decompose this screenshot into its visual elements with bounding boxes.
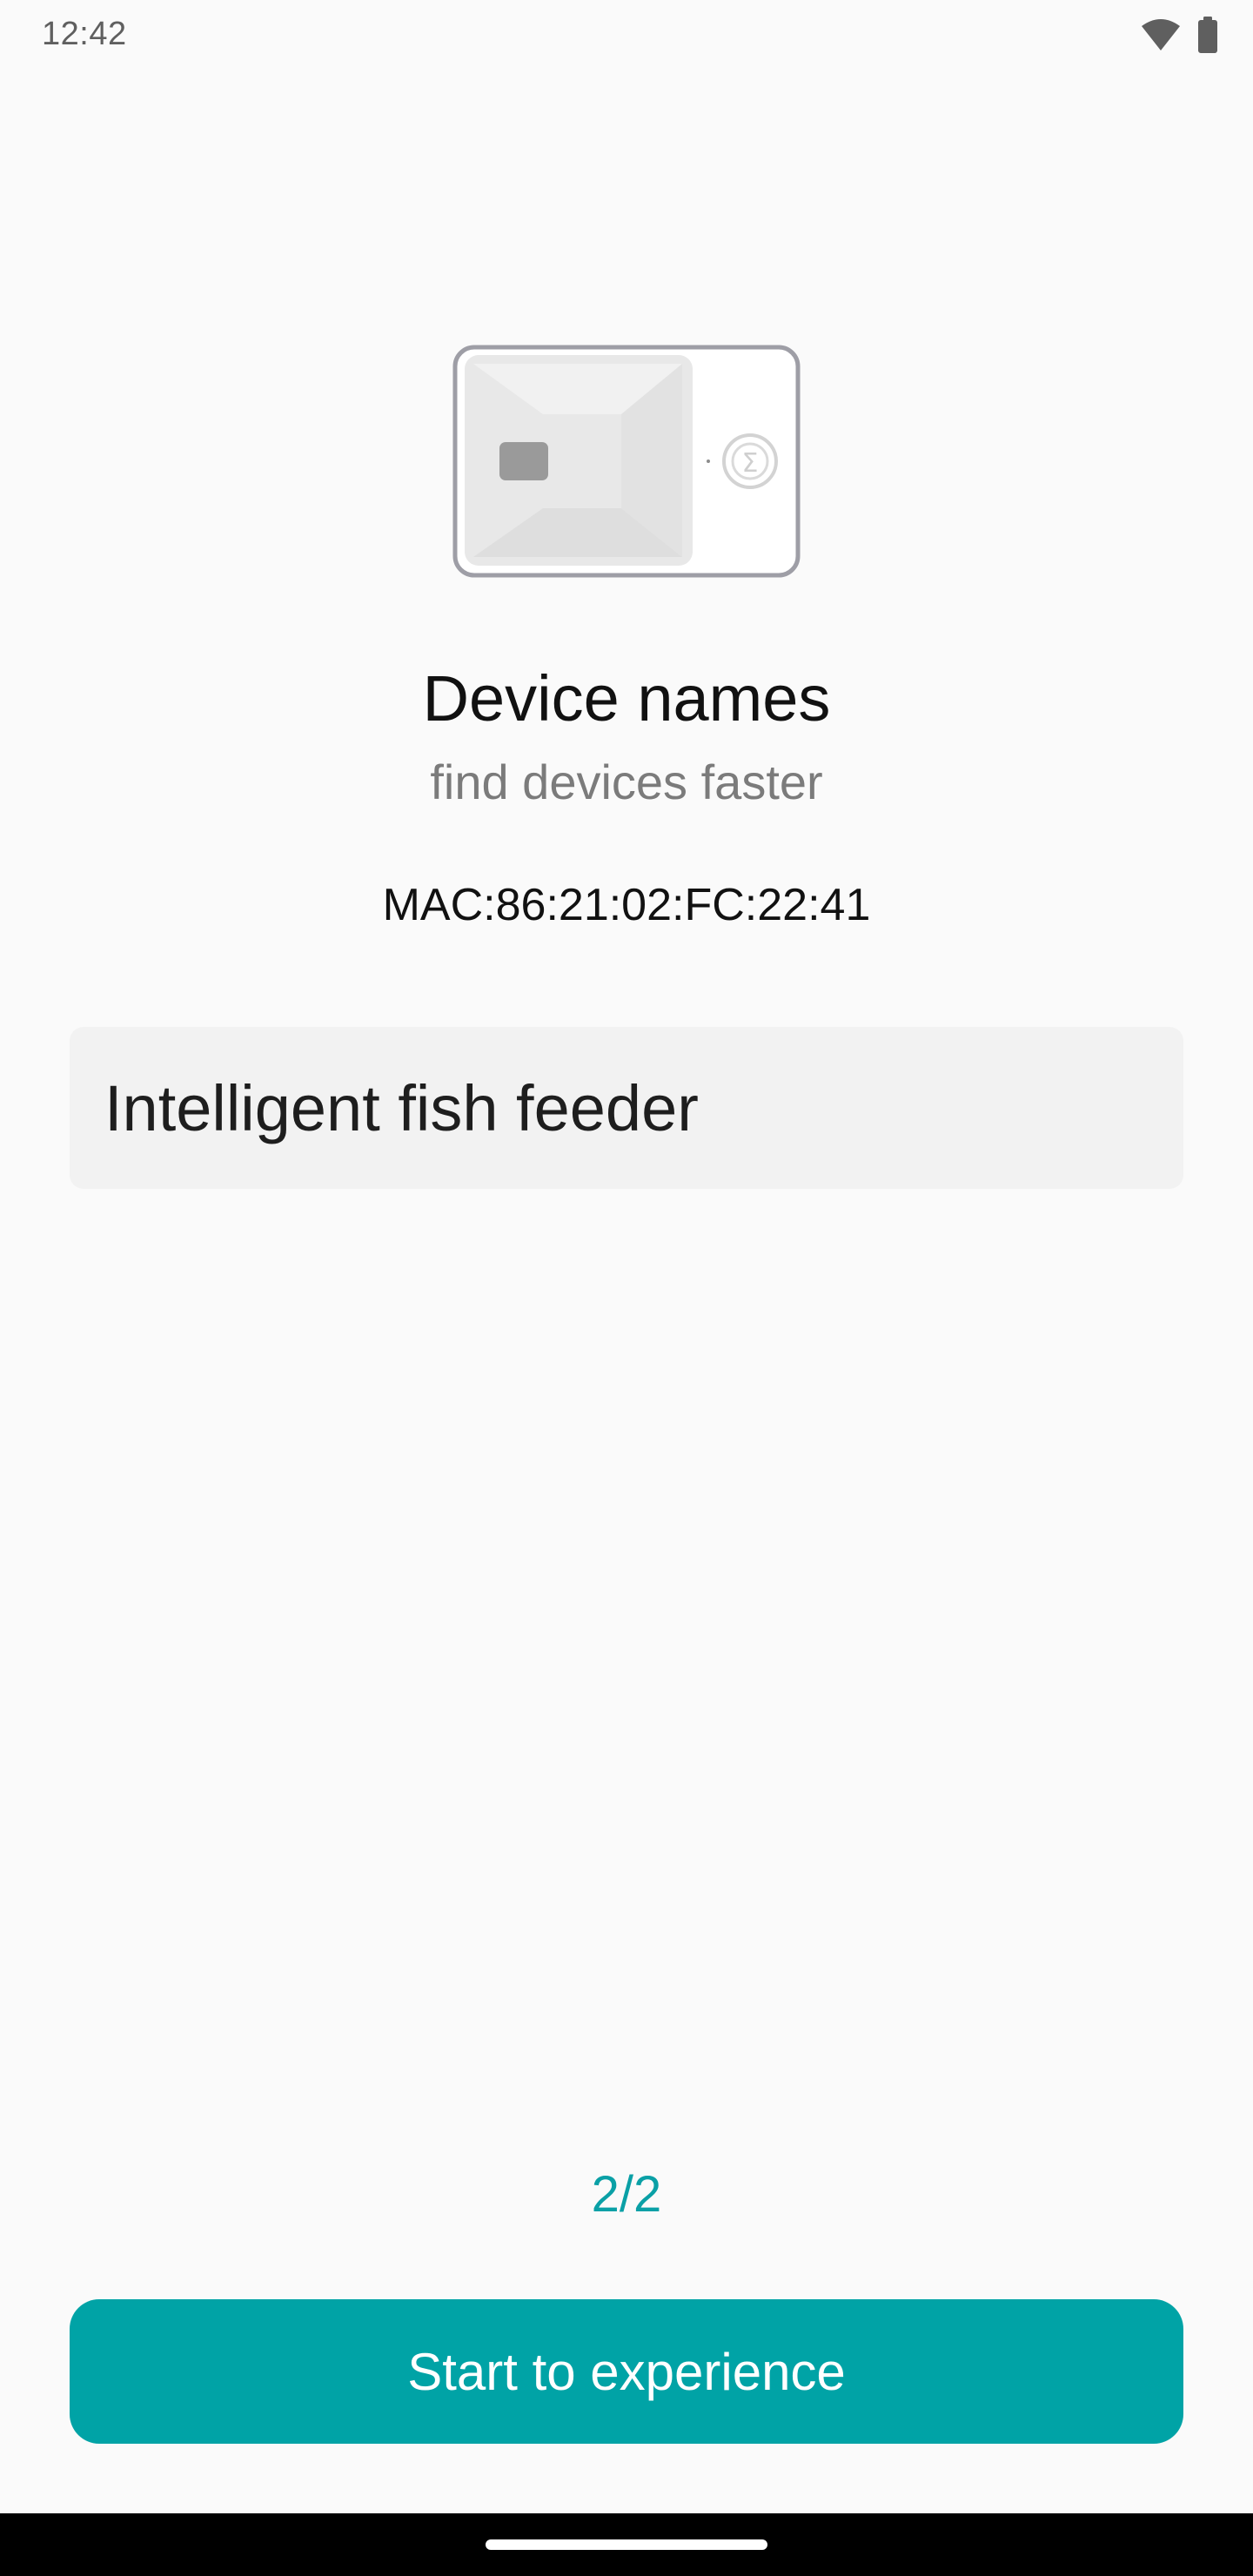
device-illustration: Σ [452, 345, 801, 578]
status-bar: 12:42 [0, 0, 1253, 70]
status-icons [1140, 16, 1218, 54]
start-button[interactable]: Start to experience [70, 2299, 1183, 2444]
wifi-icon [1140, 17, 1182, 52]
home-indicator[interactable] [486, 2539, 767, 2550]
device-name-field[interactable]: Intelligent fish feeder [70, 1027, 1183, 1189]
svg-text:Σ: Σ [742, 448, 759, 479]
page-indicator: 2/2 [591, 2166, 662, 2223]
navigation-bar [0, 2513, 1253, 2576]
status-time: 12:42 [42, 16, 127, 52]
mac-address: MAC:86:21:02:FC:22:41 [382, 880, 871, 930]
battery-icon [1197, 17, 1218, 53]
page-subtitle: find devices faster [430, 755, 823, 809]
page-title: Device names [422, 662, 831, 735]
